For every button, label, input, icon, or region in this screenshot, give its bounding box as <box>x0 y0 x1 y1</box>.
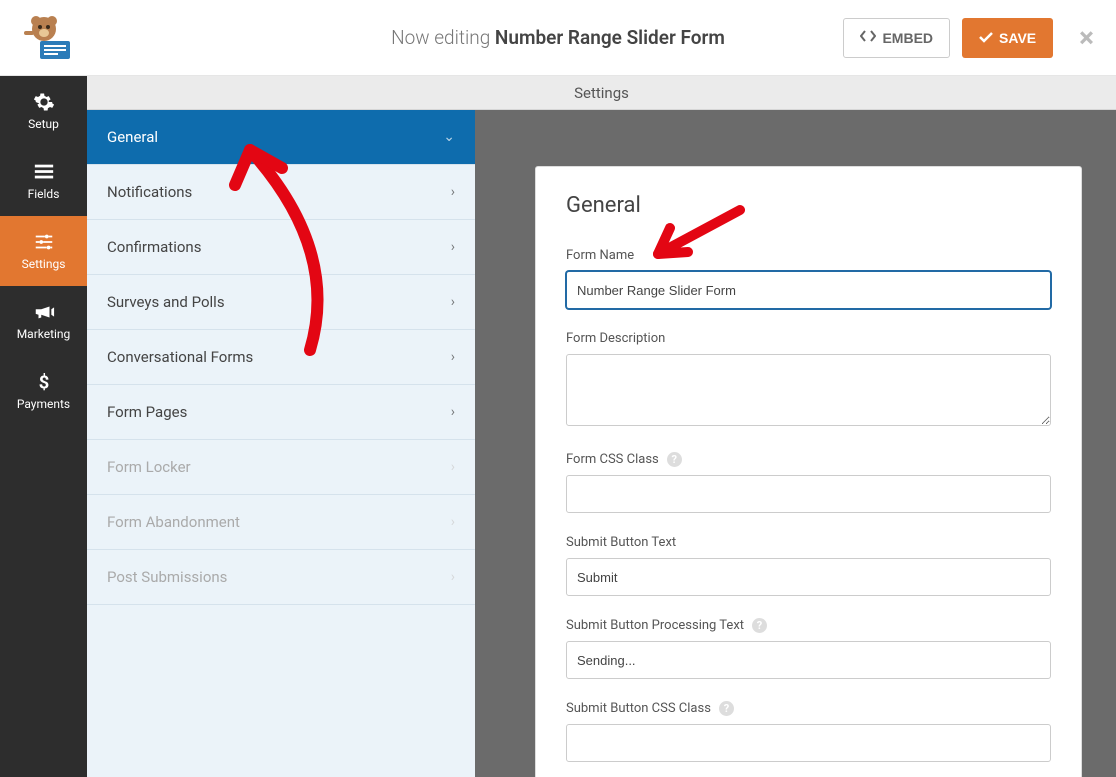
settings-item-conversational[interactable]: Conversational Forms › <box>87 330 475 385</box>
nav-marketing[interactable]: Marketing <box>0 286 87 356</box>
settings-item-notifications[interactable]: Notifications › <box>87 165 475 220</box>
chevron-right-icon: › <box>451 404 455 420</box>
settings-list: General ⌄ Notifications › Confirmations … <box>87 110 475 777</box>
submit-processing-input[interactable] <box>566 641 1051 679</box>
close-icon[interactable]: × <box>1065 21 1098 54</box>
form-title: Number Range Slider Form <box>495 26 725 49</box>
chevron-right-icon: › <box>451 349 455 365</box>
settings-item-surveys[interactable]: Surveys and Polls › <box>87 275 475 330</box>
help-icon[interactable]: ? <box>752 618 767 633</box>
editing-prefix: Now editing <box>391 26 490 49</box>
settings-item-label: Conversational Forms <box>107 348 253 366</box>
form-name-label: Form Name <box>566 248 1051 263</box>
code-icon <box>860 29 876 46</box>
field-form-css-class: Form CSS Class ? <box>566 452 1051 513</box>
list-icon <box>33 161 55 183</box>
left-nav: Setup Fields Settings Marketing $ Paymen… <box>0 76 87 777</box>
help-icon[interactable]: ? <box>667 452 682 467</box>
nav-label: Settings <box>22 257 66 271</box>
editing-title: Now editing Number Range Slider Form <box>391 26 725 49</box>
chevron-right-icon: › <box>451 459 455 475</box>
form-css-class-label: Form CSS Class <box>566 452 659 467</box>
main: Setup Fields Settings Marketing $ Paymen… <box>0 76 1116 777</box>
nav-label: Marketing <box>17 327 71 341</box>
settings-item-form-abandonment[interactable]: Form Abandonment › <box>87 495 475 550</box>
check-icon <box>979 30 993 46</box>
nav-label: Payments <box>17 397 70 411</box>
form-css-class-input[interactable] <box>566 475 1051 513</box>
nav-settings[interactable]: Settings <box>0 216 87 286</box>
nav-fields[interactable]: Fields <box>0 146 87 216</box>
field-submit-css-class: Submit Button CSS Class ? <box>566 701 1051 762</box>
settings-item-label: Surveys and Polls <box>107 293 225 311</box>
help-icon[interactable]: ? <box>719 701 734 716</box>
settings-item-label: Form Locker <box>107 458 191 476</box>
chevron-right-icon: › <box>451 294 455 310</box>
field-form-name: Form Name <box>566 248 1051 309</box>
settings-item-label: Form Pages <box>107 403 187 421</box>
content: Settings General ⌄ Notifications › Confi… <box>87 76 1116 777</box>
settings-item-label: Confirmations <box>107 238 201 256</box>
nav-setup[interactable]: Setup <box>0 76 87 146</box>
save-label: SAVE <box>999 30 1036 46</box>
general-panel: General Form Name Form Description Form … <box>535 166 1082 777</box>
dollar-icon: $ <box>33 371 55 393</box>
nav-label: Setup <box>28 117 59 131</box>
form-name-input[interactable] <box>566 271 1051 309</box>
top-bar: Now editing Number Range Slider Form EMB… <box>0 0 1116 76</box>
chevron-right-icon: › <box>451 184 455 200</box>
settings-item-confirmations[interactable]: Confirmations › <box>87 220 475 275</box>
field-form-description: Form Description <box>566 331 1051 430</box>
submit-processing-label: Submit Button Processing Text <box>566 618 744 633</box>
logo <box>18 13 78 63</box>
svg-text:$: $ <box>38 372 49 393</box>
submit-text-input[interactable] <box>566 558 1051 596</box>
settings-item-label: Form Abandonment <box>107 513 240 531</box>
chevron-down-icon: ⌄ <box>443 129 455 145</box>
nav-label: Fields <box>28 187 60 201</box>
settings-item-general[interactable]: General ⌄ <box>87 110 475 165</box>
form-description-input[interactable] <box>566 354 1051 426</box>
panel-title: General <box>566 193 1051 218</box>
chevron-right-icon: › <box>451 239 455 255</box>
settings-item-form-locker[interactable]: Form Locker › <box>87 440 475 495</box>
body-row: General ⌄ Notifications › Confirmations … <box>87 110 1116 777</box>
save-button[interactable]: SAVE <box>962 18 1053 58</box>
nav-payments[interactable]: $ Payments <box>0 356 87 426</box>
panel-area: General Form Name Form Description Form … <box>475 110 1116 777</box>
chevron-right-icon: › <box>451 569 455 585</box>
field-submit-text: Submit Button Text <box>566 535 1051 596</box>
settings-item-label: General <box>107 128 158 146</box>
submit-css-class-input[interactable] <box>566 724 1051 762</box>
submit-css-class-label: Submit Button CSS Class <box>566 701 711 716</box>
chevron-right-icon: › <box>451 514 455 530</box>
form-description-label: Form Description <box>566 331 1051 346</box>
field-submit-processing: Submit Button Processing Text ? <box>566 618 1051 679</box>
bullhorn-icon <box>33 301 55 323</box>
top-actions: EMBED SAVE × <box>843 18 1098 58</box>
gear-icon <box>33 91 55 113</box>
embed-label: EMBED <box>882 30 933 46</box>
embed-button[interactable]: EMBED <box>843 18 950 58</box>
sliders-icon <box>33 231 55 253</box>
settings-item-label: Post Submissions <box>107 568 227 586</box>
settings-item-form-pages[interactable]: Form Pages › <box>87 385 475 440</box>
settings-item-post-submissions[interactable]: Post Submissions › <box>87 550 475 605</box>
sub-header: Settings <box>87 76 1116 110</box>
settings-item-label: Notifications <box>107 183 192 201</box>
submit-text-label: Submit Button Text <box>566 535 1051 550</box>
